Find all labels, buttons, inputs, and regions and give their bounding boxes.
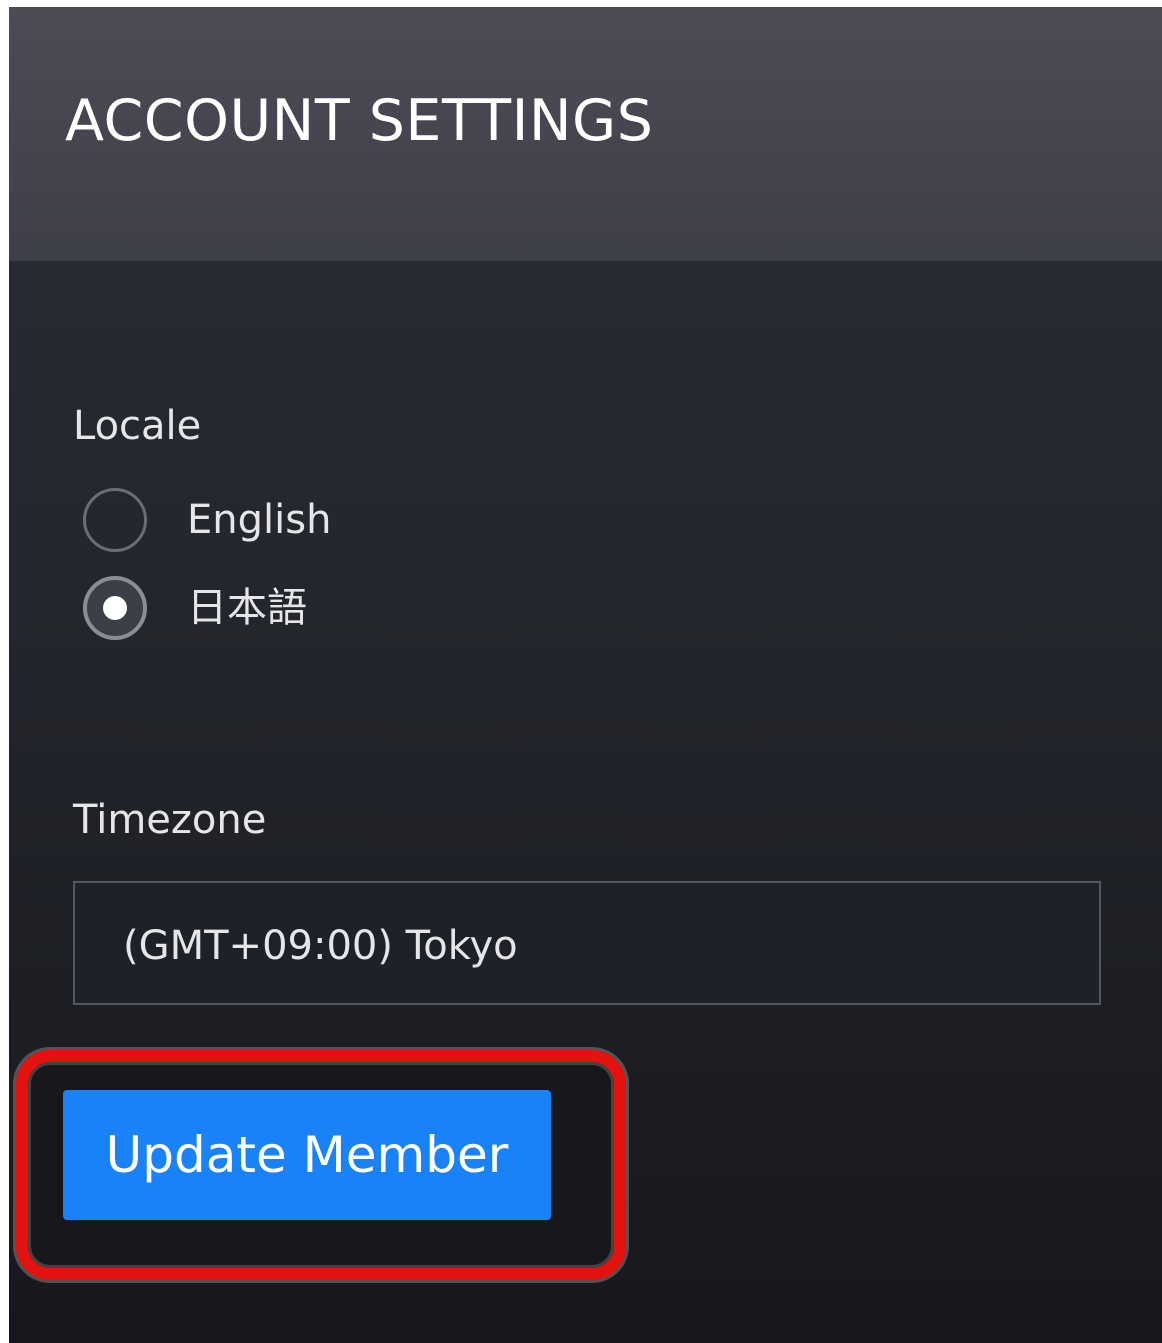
update-member-button[interactable]: Update Member: [63, 1090, 551, 1220]
locale-option-japanese[interactable]: 日本語: [83, 573, 307, 643]
timezone-value: (GMT+09:00) Tokyo: [123, 923, 518, 969]
timezone-select[interactable]: (GMT+09:00) Tokyo: [73, 881, 1101, 1005]
timezone-label: Timezone: [73, 797, 267, 843]
radio-checked-icon[interactable]: [83, 576, 147, 640]
header: ACCOUNT SETTINGS: [9, 7, 1162, 261]
radio-dot-icon: [103, 596, 127, 620]
locale-option-label: English: [187, 497, 332, 543]
locale-option-label: 日本語: [187, 585, 307, 631]
page-title: ACCOUNT SETTINGS: [65, 88, 654, 154]
locale-option-english[interactable]: English: [83, 485, 331, 555]
radio-unchecked-icon[interactable]: [83, 488, 147, 552]
locale-label: Locale: [73, 403, 202, 449]
